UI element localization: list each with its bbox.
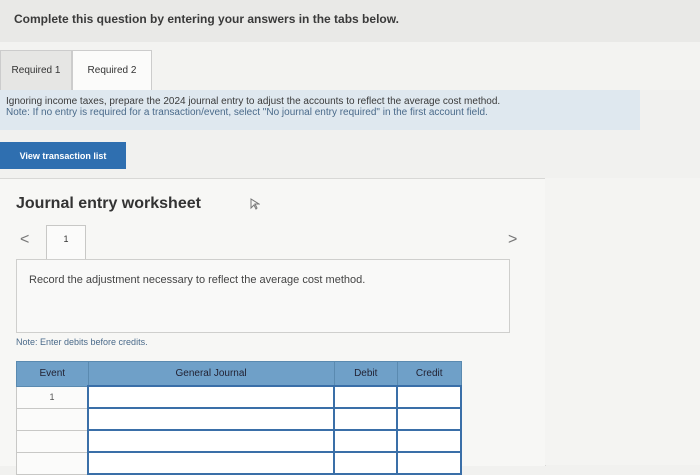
- debit-field[interactable]: [333, 385, 399, 409]
- tab-required-2[interactable]: Required 2: [72, 50, 152, 90]
- entry-page-tab[interactable]: 1: [46, 225, 86, 259]
- prev-entry-icon[interactable]: <: [20, 231, 29, 249]
- credit-field[interactable]: [396, 429, 462, 453]
- header-credit: Credit: [396, 361, 462, 387]
- account-field[interactable]: [87, 385, 336, 409]
- header-debit: Debit: [333, 361, 398, 387]
- debit-field[interactable]: [333, 407, 399, 431]
- credit-field[interactable]: [396, 385, 462, 409]
- table-row: [16, 429, 462, 453]
- table-row: [16, 407, 462, 431]
- debit-field[interactable]: [333, 429, 399, 453]
- journal-entry-worksheet: Journal entry worksheet < 1 > Record the…: [0, 178, 546, 475]
- instructions-note: Note: If no entry is required for a tran…: [6, 107, 488, 118]
- table-row: [16, 451, 462, 475]
- tab-required-1[interactable]: Required 1: [0, 50, 72, 90]
- event-cell: [16, 407, 89, 431]
- header-event: Event: [16, 361, 89, 387]
- credit-field[interactable]: [396, 407, 462, 431]
- account-field[interactable]: [87, 429, 336, 453]
- debits-note: Note: Enter debits before credits.: [16, 337, 148, 347]
- account-field[interactable]: [87, 451, 336, 475]
- account-field[interactable]: [87, 407, 336, 431]
- view-transaction-list-button[interactable]: View transaction list: [0, 142, 126, 169]
- credit-field[interactable]: [396, 451, 462, 475]
- table-row: 1: [16, 385, 462, 409]
- event-cell: 1: [16, 385, 89, 409]
- entry-page-number: 1: [63, 234, 69, 244]
- worksheet-title: Journal entry worksheet: [16, 195, 201, 212]
- instructions-panel: Ignoring income taxes, prepare the 2024 …: [0, 90, 640, 130]
- journal-table: Event General Journal Debit Credit 1: [16, 361, 462, 475]
- event-cell: [16, 451, 89, 475]
- entry-description-box: Record the adjustment necessary to refle…: [16, 259, 510, 333]
- question-header: Complete this question by entering your …: [0, 0, 700, 42]
- tab-bar: Required 1 Required 2: [0, 42, 700, 90]
- instructions-text: Ignoring income taxes, prepare the 2024 …: [6, 96, 501, 107]
- cursor-icon: [250, 197, 261, 215]
- next-entry-icon[interactable]: >: [508, 231, 517, 249]
- right-margin-panel: [545, 178, 700, 465]
- question-title: Complete this question by entering your …: [14, 12, 399, 26]
- event-cell: [16, 429, 89, 453]
- debit-field[interactable]: [333, 451, 399, 475]
- entry-description: Record the adjustment necessary to refle…: [29, 274, 366, 286]
- header-general-journal: General Journal: [87, 361, 335, 387]
